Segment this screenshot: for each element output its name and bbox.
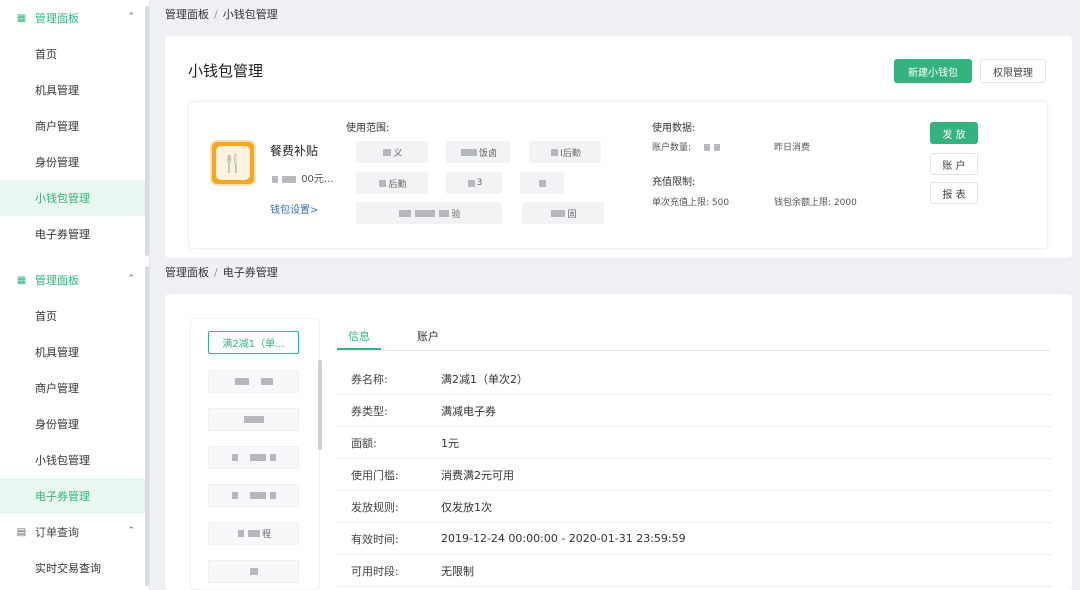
detail-label: 面额: — [351, 436, 377, 450]
sidebar-item-wallet[interactable]: 小钱包管理 — [0, 442, 149, 478]
sidebar-group-label: 管理面板 — [35, 274, 79, 287]
scope-chip: 固 — [522, 202, 604, 224]
sidebar-item-identity[interactable]: 身份管理 — [0, 144, 149, 180]
report-button[interactable]: 报 表 — [930, 182, 978, 204]
redacted-block — [282, 175, 296, 183]
account-count: 账户数量: — [652, 140, 722, 153]
chevron-up-icon: ⌃ — [127, 12, 135, 22]
sidebar-scrollbar[interactable] — [145, 266, 149, 586]
fork-spoon-icon: 🍴 — [216, 146, 250, 180]
usage-label: 使用数据: — [652, 123, 696, 134]
scope-chip: 义 — [356, 141, 428, 163]
tab-divider — [336, 350, 1051, 351]
sidebar-group-label: 订单查询 — [35, 526, 79, 539]
detail-value: 消费满2元可用 — [441, 468, 514, 482]
wallet-settings-link[interactable]: 钱包设置> — [270, 201, 318, 216]
page-title: 小钱包管理 — [188, 62, 264, 80]
sidebar: ▦ 管理面板 ⌃ 首页 机具管理 商户管理 身份管理 小钱包管理 电子券管理 — [0, 0, 150, 262]
wallet-app-icon: 🍴 — [210, 140, 256, 186]
detail-value: 仅发放1次 — [441, 500, 492, 514]
detail-row: 发放规则: 仅发放1次 — [337, 491, 1051, 523]
detail-value: 1元 — [441, 436, 459, 450]
breadcrumb-current: 电子券管理 — [222, 266, 278, 279]
breadcrumb-root[interactable]: 管理面板 — [165, 8, 209, 21]
detail-value: 无限制 — [441, 564, 474, 578]
sidebar-item-merchants[interactable]: 商户管理 — [0, 108, 149, 144]
coupon-list-scrollbar[interactable] — [318, 360, 322, 450]
detail-row: 使用门槛: 消费满2元可用 — [337, 459, 1051, 491]
scope-label: 使用范围: — [346, 123, 390, 134]
tab-account[interactable]: 账户 — [417, 328, 439, 344]
scope-chip: 3 — [446, 172, 502, 194]
wallet-name: 餐费补贴 — [270, 144, 319, 158]
detail-row: 面额: 1元 — [337, 427, 1051, 459]
breadcrumb-root[interactable]: 管理面板 — [165, 266, 209, 279]
grid-icon: ▦ — [16, 12, 27, 24]
issue-button[interactable]: 发 放 — [930, 122, 978, 144]
coupon-item[interactable] — [208, 408, 299, 431]
detail-label: 券名称: — [351, 372, 388, 386]
detail-row: 券名称: 满2减1（单次2） — [337, 363, 1051, 395]
sidebar-item-devices[interactable]: 机具管理 — [0, 334, 149, 370]
grid-icon: ▦ — [16, 274, 27, 286]
detail-row: 可用时段: 无限制 — [337, 555, 1051, 587]
wallet-management-screen: ▦ 管理面板 ⌃ 首页 机具管理 商户管理 身份管理 小钱包管理 电子券管理 管… — [0, 0, 1080, 262]
scope-chip: 饭卤 — [446, 141, 510, 163]
sidebar-item-home[interactable]: 首页 — [0, 36, 149, 72]
sidebar-item-realtime-query[interactable]: 实时交易查询 — [0, 550, 149, 586]
sidebar-item-devices[interactable]: 机具管理 — [0, 72, 149, 108]
sidebar-item-coupons[interactable]: 电子券管理 — [0, 478, 149, 514]
scope-chip — [520, 172, 564, 194]
breadcrumb-current: 小钱包管理 — [222, 8, 278, 21]
detail-label: 券类型: — [351, 404, 388, 418]
coupon-item[interactable] — [208, 484, 299, 507]
sidebar-scrollbar[interactable] — [145, 6, 149, 256]
chevron-up-icon: ⌃ — [127, 526, 135, 536]
scope-chip: I后勤 — [529, 141, 601, 163]
coupon-item[interactable] — [208, 560, 299, 583]
redacted-block — [272, 175, 278, 183]
breadcrumb: 管理面板 / 电子券管理 — [165, 266, 278, 279]
sidebar-group-dashboard[interactable]: ▦ 管理面板 ⌃ — [0, 0, 149, 36]
limit-label: 充值限制: — [652, 177, 696, 188]
sidebar-group-dashboard[interactable]: ▦ 管理面板 ⌃ — [0, 262, 149, 298]
permission-button[interactable]: 权限管理 — [980, 59, 1046, 83]
detail-value: 满2减1（单次2） — [441, 372, 528, 386]
detail-label: 使用门槛: — [351, 468, 399, 482]
sidebar-item-coupons[interactable]: 电子券管理 — [0, 216, 149, 252]
tab-info[interactable]: 信息 — [348, 328, 370, 344]
sidebar-item-home[interactable]: 首页 — [0, 298, 149, 334]
sidebar-item-wallet[interactable]: 小钱包管理 — [0, 180, 149, 216]
yesterday-spend: 昨日消费 — [774, 143, 811, 153]
balance-limit: 钱包余额上限: 2000 — [774, 198, 857, 208]
coupon-item[interactable] — [208, 370, 299, 393]
detail-label: 发放规则: — [351, 500, 399, 514]
chevron-up-icon: ⌃ — [127, 274, 135, 284]
sidebar: ▦ 管理面板 ⌃ 首页 机具管理 商户管理 身份管理 小钱包管理 电子券管理 ▤… — [0, 262, 150, 590]
detail-value: 2019-12-24 00:00:00 - 2020-01-31 23:59:5… — [441, 532, 686, 545]
coupon-item[interactable]: 程 — [208, 522, 299, 545]
scope-chip: 后勤 — [356, 172, 428, 194]
detail-label: 可用时段: — [351, 564, 399, 578]
single-recharge-limit: 单次充值上限: 500 — [652, 198, 730, 208]
wallet-amount: 00元... — [270, 170, 333, 185]
sidebar-item-merchants[interactable]: 商户管理 — [0, 370, 149, 406]
detail-label: 有效时间: — [351, 532, 399, 546]
coupon-item-selected[interactable]: 满2减1（单... — [208, 331, 299, 354]
new-wallet-button[interactable]: 新建小钱包 — [894, 59, 972, 83]
wallet-amount-text: 00元... — [301, 174, 334, 185]
detail-row: 有效时间: 2019-12-24 00:00:00 - 2020-01-31 23… — [337, 523, 1051, 555]
sidebar-group-orders[interactable]: ▤ 订单查询 ⌃ — [0, 514, 149, 550]
sidebar-group-label: 管理面板 — [35, 12, 79, 25]
detail-value: 满减电子券 — [441, 404, 496, 418]
tab-active-indicator — [337, 348, 381, 350]
scope-chip: 验 — [356, 202, 502, 224]
document-icon: ▤ — [16, 526, 27, 538]
coupon-item[interactable] — [208, 446, 299, 469]
detail-row: 券类型: 满减电子券 — [337, 395, 1051, 427]
breadcrumb: 管理面板 / 小钱包管理 — [165, 8, 278, 21]
account-button[interactable]: 账 户 — [930, 153, 978, 175]
sidebar-item-identity[interactable]: 身份管理 — [0, 406, 149, 442]
